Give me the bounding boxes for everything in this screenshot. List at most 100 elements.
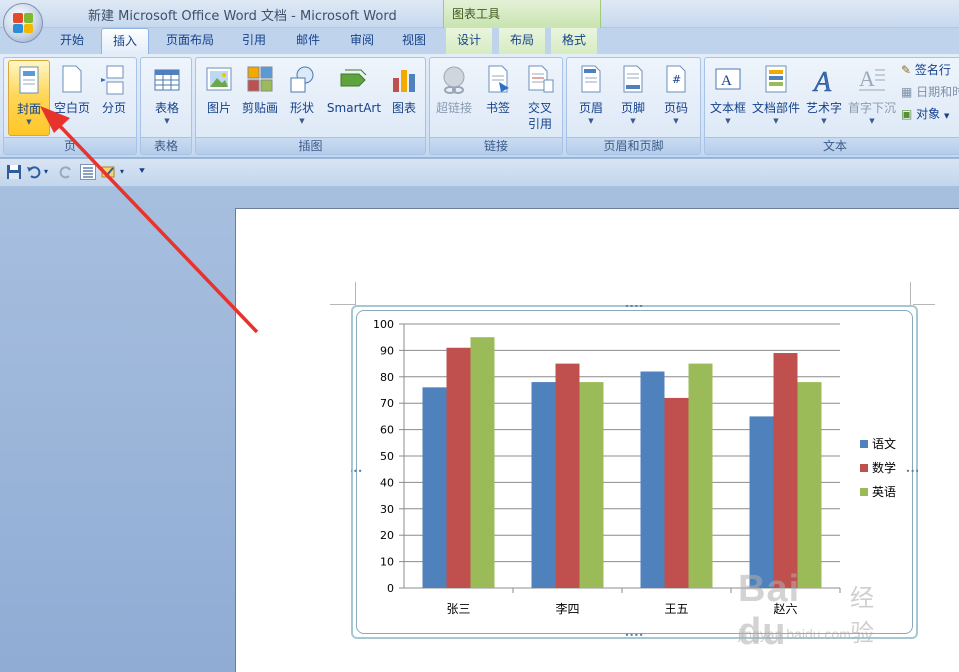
chart-tools-label: 图表工具 <box>452 7 501 21</box>
window-title: 新建 Microsoft Office Word 文档 - Microsoft … <box>88 9 397 24</box>
table-icon <box>152 64 182 96</box>
chevron-down-icon: ▼ <box>26 118 32 126</box>
legend-swatch <box>860 488 868 496</box>
drop-cap-button[interactable]: A 首字下沉 ▼ <box>847 60 897 136</box>
wordart-label: 艺术字 <box>805 101 842 115</box>
chevron-down-icon: ▼ <box>773 117 779 125</box>
office-button[interactable] <box>3 3 43 43</box>
textbox-button[interactable]: A 文本框 ▼ <box>707 60 749 136</box>
customize-toolbar-icon[interactable]: ⯆ <box>138 164 148 180</box>
tab-view[interactable]: 视图 <box>392 28 436 54</box>
globe-icon <box>439 64 469 96</box>
footer-label: 页脚 <box>620 101 645 115</box>
chevron-down-icon: ▼ <box>869 117 875 125</box>
y-tick-label: 80 <box>380 371 394 384</box>
redo-icon[interactable] <box>58 164 74 180</box>
bar <box>797 382 822 588</box>
signature-icon: ✎ <box>901 63 912 77</box>
bar <box>579 382 604 588</box>
calendar-icon: ▦ <box>901 85 913 99</box>
chevron-down-icon: ▼ <box>164 117 170 125</box>
bar <box>664 397 689 588</box>
svg-text:A: A <box>812 67 832 96</box>
shapes-button[interactable]: 形状 ▼ <box>283 60 321 136</box>
tab-review[interactable]: 审阅 <box>340 28 384 54</box>
save-icon[interactable] <box>6 164 22 180</box>
drop-cap-icon: A <box>857 64 887 96</box>
clipart-icon <box>245 64 275 96</box>
bookmark-button[interactable]: 书签 <box>478 60 518 136</box>
y-tick-label: 60 <box>380 424 394 437</box>
office-logo-icon <box>13 13 33 33</box>
chevron-down-icon: ▼ <box>944 112 950 120</box>
header-button[interactable]: 页眉 ▼ <box>571 60 611 136</box>
y-tick-label: 50 <box>380 450 394 463</box>
cover-page-button[interactable]: 封面 ▼ <box>8 60 50 136</box>
hyperlink-button[interactable]: 超链接 <box>432 60 476 136</box>
links-group: 超链接 书签 交叉 引用 链接 <box>429 57 563 155</box>
y-tick-label: 90 <box>380 344 394 357</box>
resize-handle: •••• <box>906 467 918 476</box>
chevron-down-icon[interactable]: ▾ <box>120 164 130 180</box>
picture-button[interactable]: 图片 <box>200 60 238 136</box>
chart-button[interactable]: 图表 <box>386 60 422 136</box>
signature-line-button[interactable]: ✎ 签名行 <box>901 60 951 80</box>
quick-parts-label: 文档部件 <box>751 101 800 115</box>
chevron-down-icon: ▼ <box>725 117 731 125</box>
tab-design[interactable]: 设计 <box>446 28 492 54</box>
x-tick-label: 张三 <box>446 602 470 616</box>
date-time-label: 日期和时 <box>916 85 959 99</box>
links-group-label: 链接 <box>430 137 562 154</box>
table-group-label: 表格 <box>141 137 191 154</box>
table-group: 表格 ▼ 表格 <box>140 57 192 155</box>
wordart-button[interactable]: A 艺术字 ▼ <box>803 60 845 136</box>
undo-icon[interactable] <box>26 164 42 180</box>
spelling-icon[interactable] <box>100 164 116 180</box>
object-button[interactable]: ▣ 对象 ▼ <box>901 104 949 124</box>
table-button[interactable]: 表格 ▼ <box>145 60 189 136</box>
tab-layout[interactable]: 布局 <box>499 28 545 54</box>
watermark-url: jingyan.baidu.com <box>738 626 851 642</box>
tab-home[interactable]: 开始 <box>50 28 94 54</box>
smartart-button[interactable]: SmartArt <box>324 60 384 136</box>
page-break-button[interactable]: 分页 <box>94 60 134 136</box>
bar <box>640 371 665 588</box>
cross-reference-button[interactable]: 交叉 引用 <box>520 60 560 136</box>
illustrations-group-label: 插图 <box>196 137 425 154</box>
tab-format[interactable]: 格式 <box>551 28 597 54</box>
bar <box>531 382 556 588</box>
page-number-button[interactable]: # 页码 ▼ <box>655 60 697 136</box>
resize-handle: •••• <box>625 305 644 311</box>
cross-reference-label-line2: 引用 <box>527 117 552 131</box>
chevron-down-icon: ▼ <box>588 117 594 125</box>
textbox-icon: A <box>713 64 743 96</box>
tab-mailings[interactable]: 邮件 <box>286 28 330 54</box>
blank-page-button[interactable]: 空白页 <box>52 60 92 136</box>
pages-group: 封面 ▼ 空白页 分页 页 <box>3 57 137 155</box>
chevron-down-icon[interactable]: ▾ <box>44 164 54 180</box>
page-number-icon: # <box>661 64 691 96</box>
tab-references[interactable]: 引用 <box>232 28 276 54</box>
ribbon: 封面 ▼ 空白页 分页 页 表格 ▼ 表格 图片 剪贴画 形状 ▼ SmartA… <box>0 54 959 158</box>
tab-page-layout[interactable]: 页面布局 <box>158 28 222 54</box>
margin-mark <box>355 282 356 307</box>
column-chart[interactable]: 0102030405060708090100张三 李四 王五 赵六语文数学英语••••… <box>351 305 918 639</box>
y-tick-label: 30 <box>380 503 394 516</box>
table-label: 表格 <box>154 101 179 115</box>
y-tick-label: 100 <box>373 318 394 331</box>
textbox-label: 文本框 <box>709 101 746 115</box>
bar <box>470 337 495 588</box>
clipart-button[interactable]: 剪贴画 <box>240 60 280 136</box>
chevron-down-icon: ▼ <box>299 117 305 125</box>
paragraph-icon[interactable] <box>80 164 96 180</box>
bookmark-icon <box>483 64 513 96</box>
cross-reference-icon <box>525 64 555 96</box>
tab-insert[interactable]: 插入 <box>101 28 149 54</box>
footer-button[interactable]: 页脚 ▼ <box>613 60 653 136</box>
pages-group-label: 页 <box>4 137 136 154</box>
footer-icon <box>618 64 648 96</box>
quick-parts-button[interactable]: 文档部件 ▼ <box>751 60 801 136</box>
header-footer-group: 页眉 ▼ 页脚 ▼ # 页码 ▼ 页眉和页脚 <box>566 57 701 155</box>
date-time-button[interactable]: ▦ 日期和时 <box>901 82 959 102</box>
bar <box>422 387 447 588</box>
